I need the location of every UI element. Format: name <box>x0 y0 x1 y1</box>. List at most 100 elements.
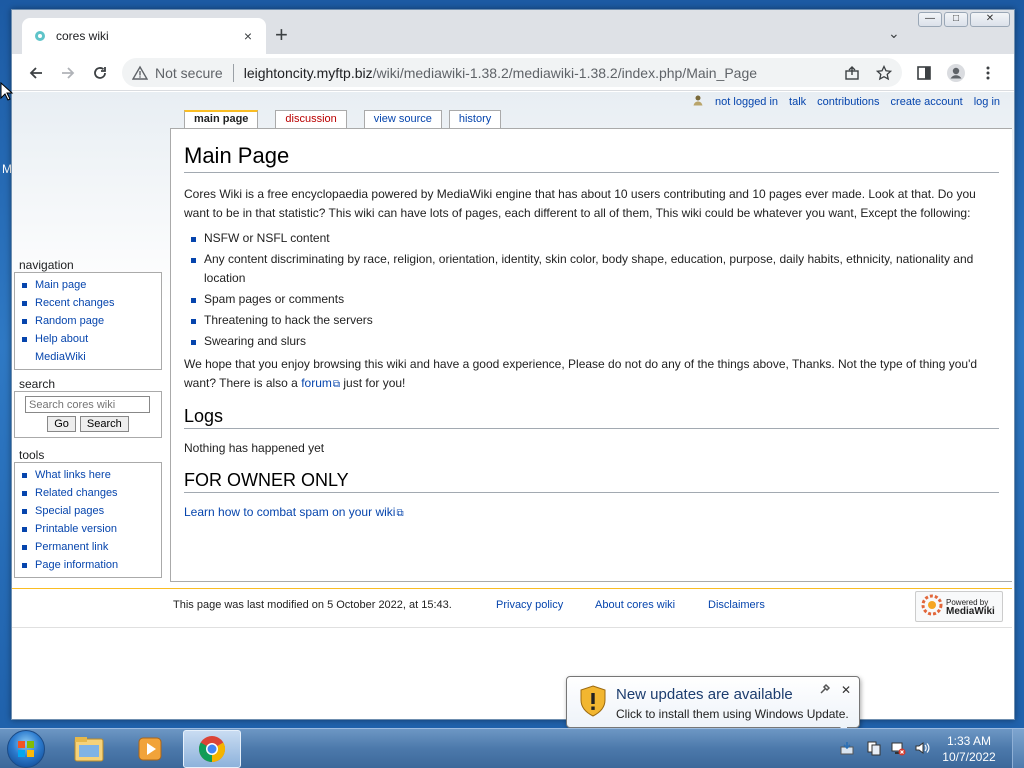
sidebar-link[interactable]: Printable version <box>35 523 117 535</box>
sidebar-item-related-changes[interactable]: Related changes <box>21 484 155 502</box>
sidebar-link[interactable]: What links here <box>35 469 111 481</box>
rules-list: NSFW or NSFL content Any content discrim… <box>191 229 999 351</box>
forward-icon[interactable] <box>58 63 78 83</box>
talk-link[interactable]: talk <box>789 96 806 108</box>
tab-close-icon[interactable]: × <box>240 28 256 44</box>
powered-by-mediawiki-badge[interactable]: Powered by MediaWiki <box>915 591 1003 622</box>
taskbar-chrome[interactable] <box>183 730 241 768</box>
taskbar-media-player[interactable] <box>121 730 179 768</box>
sidebar-link[interactable]: Help about <box>35 333 88 345</box>
favicon-icon <box>32 28 48 44</box>
spam-link[interactable]: Learn how to combat spam on your wiki <box>184 505 395 519</box>
url-text: leightoncity.myftp.biz/wiki/mediawiki-1.… <box>244 65 757 81</box>
clock[interactable]: 1:33 AM 10/7/2022 <box>938 733 1000 765</box>
page-footer: This page was last modified on 5 October… <box>12 588 1012 628</box>
sidebar-link[interactable]: Main page <box>35 279 86 291</box>
forum-link[interactable]: forum <box>301 376 332 390</box>
search-input[interactable] <box>25 396 150 413</box>
taskbar-explorer[interactable] <box>60 730 118 768</box>
wiki-page: not logged in talk contributions create … <box>12 92 1014 719</box>
wiki-logo-area[interactable] <box>12 92 170 247</box>
show-desktop-button[interactable] <box>1012 729 1024 768</box>
list-item: Swearing and slurs <box>191 332 999 351</box>
sidebar-item-permanent-link[interactable]: Permanent link <box>21 538 155 556</box>
search-portlet: search Go Search <box>14 377 162 438</box>
notification-title: New updates are available <box>616 686 793 703</box>
reload-icon[interactable] <box>90 63 110 83</box>
sidebar-link[interactable]: MediaWiki <box>35 351 86 363</box>
warning-icon[interactable] <box>131 65 149 81</box>
tab-strip: cores wiki × + ⌄ — □ ✕ <box>12 10 1014 54</box>
search-button[interactable]: Search <box>79 416 129 432</box>
sidebar-item-what-links-here[interactable]: What links here <box>21 466 155 484</box>
sidebar-link[interactable]: Special pages <box>35 505 104 517</box>
user-icon <box>692 94 704 109</box>
content-area: Main Page Cores Wiki is a free encyclopa… <box>170 128 1012 582</box>
sidebar-link[interactable]: Random page <box>35 315 104 327</box>
contributions-link[interactable]: contributions <box>817 96 879 108</box>
sidebar-link[interactable]: Page information <box>35 559 118 571</box>
profile-avatar-icon[interactable] <box>946 63 966 83</box>
taskbar: 1:33 AM 10/7/2022 <box>0 728 1024 768</box>
system-tray: 1:33 AM 10/7/2022 <box>840 729 1012 768</box>
tools-portlet: tools What links here Related changes Sp… <box>14 448 162 578</box>
sidebar-item-main-page[interactable]: Main page <box>21 276 155 294</box>
volume-icon[interactable] <box>914 740 930 759</box>
maximize-button[interactable]: □ <box>944 12 968 27</box>
folder-icon <box>74 737 104 762</box>
back-icon[interactable] <box>26 63 46 83</box>
bookmark-star-icon[interactable] <box>874 63 894 83</box>
spam-paragraph: Learn how to combat spam on your wiki⧉ <box>184 503 999 523</box>
go-button[interactable]: Go <box>47 416 76 432</box>
create-account-link[interactable]: create account <box>891 96 963 108</box>
action-center-flag-icon[interactable] <box>866 740 882 759</box>
sidebar-item-page-information[interactable]: Page information <box>21 556 155 574</box>
login-link[interactable]: log in <box>974 96 1000 108</box>
sidebar-link[interactable]: Permanent link <box>35 541 108 553</box>
tab-discussion[interactable]: discussion <box>275 110 347 128</box>
search-heading: search <box>19 377 56 391</box>
url-path: /wiki/mediawiki-1.38.2/mediawiki-1.38.2/… <box>372 64 758 81</box>
close-window-button[interactable]: ✕ <box>970 12 1010 27</box>
external-link-icon: ⧉ <box>332 379 341 390</box>
new-tab-button[interactable]: + <box>275 24 288 46</box>
browser-toolbar: Not secure leightoncity.myftp.biz/wiki/m… <box>12 54 1014 91</box>
address-bar[interactable]: Not secure leightoncity.myftp.biz/wiki/m… <box>122 58 902 87</box>
not-logged-in-link[interactable]: not logged in <box>715 96 778 108</box>
sidebar-item-special-pages[interactable]: Special pages <box>21 502 155 520</box>
notification-options-icon[interactable] <box>819 683 831 698</box>
personal-tools: not logged in talk contributions create … <box>692 94 1000 109</box>
list-item: NSFW or NSFL content <box>191 229 999 248</box>
tab-history[interactable]: history <box>448 110 502 128</box>
chrome-icon <box>198 736 226 763</box>
side-panel-icon[interactable] <box>914 63 934 83</box>
sidebar-item-help-about[interactable]: Help about MediaWiki <box>21 330 155 366</box>
tab-search-icon[interactable]: ⌄ <box>888 25 900 42</box>
tab-main-page[interactable]: main page <box>184 110 259 128</box>
update-tray-icon[interactable] <box>840 741 854 758</box>
shield-warning-icon <box>579 685 607 720</box>
mediawiki-logo-icon <box>921 594 943 619</box>
browser-window: cores wiki × + ⌄ — □ ✕ Not secure leight… <box>11 9 1015 720</box>
sidebar-link[interactable]: Recent changes <box>35 297 115 309</box>
share-icon[interactable] <box>842 63 862 83</box>
powered-by-bottom: MediaWiki <box>946 605 995 617</box>
network-error-icon[interactable] <box>890 740 906 759</box>
sidebar-item-printable-version[interactable]: Printable version <box>21 520 155 538</box>
tools-heading: tools <box>19 448 45 462</box>
intro-paragraph: Cores Wiki is a free encyclopaedia power… <box>184 187 976 220</box>
start-button[interactable] <box>7 730 45 768</box>
tab-view-source[interactable]: view source <box>363 110 442 128</box>
sidebar-item-random-page[interactable]: Random page <box>21 312 155 330</box>
about-link[interactable]: About cores wiki <box>595 599 675 611</box>
minimize-button[interactable]: — <box>918 12 942 27</box>
menu-kebab-icon[interactable] <box>978 63 998 83</box>
privacy-policy-link[interactable]: Privacy policy <box>496 599 563 611</box>
browser-tab[interactable]: cores wiki × <box>22 18 266 54</box>
disclaimers-link[interactable]: Disclaimers <box>708 599 765 611</box>
sidebar-link[interactable]: Related changes <box>35 487 118 499</box>
sidebar-item-recent-changes[interactable]: Recent changes <box>21 294 155 312</box>
update-notification[interactable]: New updates are available Click to insta… <box>566 676 860 736</box>
powered-by-text: Powered by MediaWiki <box>946 598 995 617</box>
notification-close-button[interactable]: ✕ <box>841 683 851 697</box>
